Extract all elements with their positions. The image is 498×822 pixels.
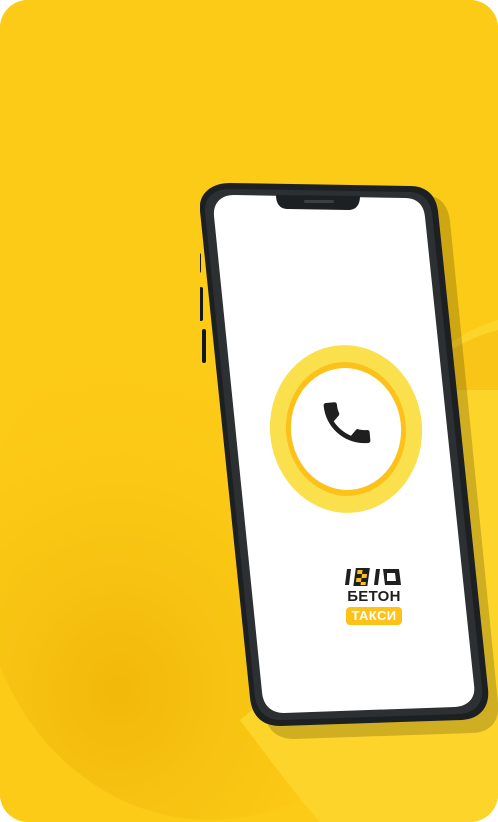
brand-name-top: БЕТОН	[347, 588, 401, 605]
phone-handset-icon	[323, 402, 371, 443]
phone-mockup	[200, 183, 498, 743]
brand-name-bottom-badge: ТАКСИ	[346, 607, 402, 625]
phone-device	[200, 183, 498, 739]
brand-logo: БЕТОН ТАКСИ	[337, 567, 411, 625]
promo-card: БЕТОН ТАКСИ	[0, 0, 498, 822]
taxi-checker-logo-icon	[345, 568, 401, 586]
